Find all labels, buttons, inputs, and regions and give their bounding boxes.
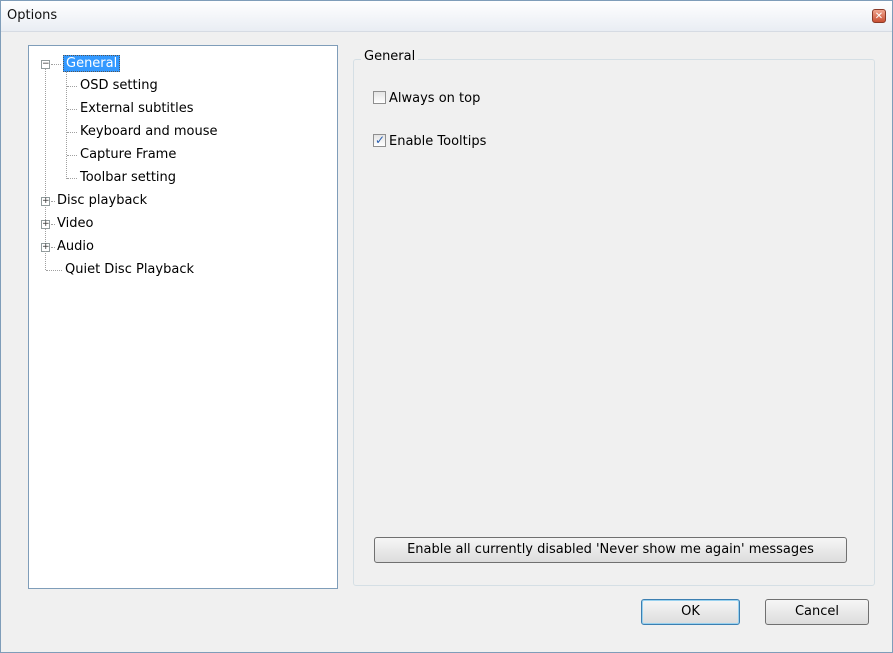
tree-item-quiet-disc-playback[interactable]: Quiet Disc Playback bbox=[65, 260, 194, 280]
close-icon[interactable]: ✕ bbox=[872, 9, 886, 23]
enable-disabled-messages-button[interactable]: Enable all currently disabled 'Never sho… bbox=[374, 537, 847, 563]
tree-item-disc-playback[interactable]: Disc playback bbox=[57, 191, 147, 211]
group-title: General bbox=[361, 49, 419, 64]
tree-item-general[interactable]: General bbox=[63, 54, 121, 74]
checkbox-box[interactable] bbox=[373, 91, 386, 104]
checkbox-box[interactable] bbox=[373, 131, 386, 149]
tree-item-label: Keyboard and mouse bbox=[80, 124, 218, 139]
always-on-top-checkbox[interactable]: Always on top bbox=[373, 90, 480, 108]
tree-item-external-subtitles[interactable]: External subtitles bbox=[80, 99, 194, 119]
tree-item-label: Toolbar setting bbox=[80, 170, 177, 185]
tree-item-toolbar-setting[interactable]: Toolbar setting bbox=[80, 168, 176, 188]
collapse-icon[interactable]: − bbox=[41, 60, 50, 69]
tree-item-capture-frame[interactable]: Capture Frame bbox=[80, 145, 176, 165]
ok-button[interactable]: OK bbox=[641, 599, 740, 625]
cancel-button[interactable]: Cancel bbox=[765, 599, 869, 625]
expand-icon[interactable]: + bbox=[41, 220, 50, 229]
window-title: Options bbox=[7, 8, 58, 23]
tree-item-audio[interactable]: Audio bbox=[57, 237, 94, 257]
tree-item-label: Disc playback bbox=[57, 193, 148, 208]
enable-tooltips-checkbox[interactable]: Enable Tooltips bbox=[373, 131, 487, 151]
checkbox-label: Enable Tooltips bbox=[389, 134, 487, 149]
expand-icon[interactable]: + bbox=[41, 197, 50, 206]
options-dialog: Options ✕ − General OSD setting External… bbox=[0, 0, 893, 653]
tree-item-video[interactable]: Video bbox=[57, 214, 93, 234]
options-tree[interactable]: − General OSD setting External subtitles… bbox=[28, 45, 338, 589]
tree-item-label: Capture Frame bbox=[80, 147, 177, 162]
checkbox-label: Always on top bbox=[389, 91, 481, 106]
title-bar[interactable]: Options ✕ bbox=[1, 1, 892, 32]
tree-item-label: Video bbox=[57, 216, 94, 231]
tree-item-label: Quiet Disc Playback bbox=[65, 262, 194, 277]
tree-item-label: General bbox=[63, 55, 121, 72]
tree-item-label: OSD setting bbox=[80, 78, 158, 93]
tree-item-keyboard-and-mouse[interactable]: Keyboard and mouse bbox=[80, 122, 217, 142]
tree-item-osd-setting[interactable]: OSD setting bbox=[80, 76, 158, 96]
tree-general-line bbox=[66, 72, 67, 179]
tree-item-label: External subtitles bbox=[80, 101, 194, 116]
tree-item-label: Audio bbox=[57, 239, 94, 254]
